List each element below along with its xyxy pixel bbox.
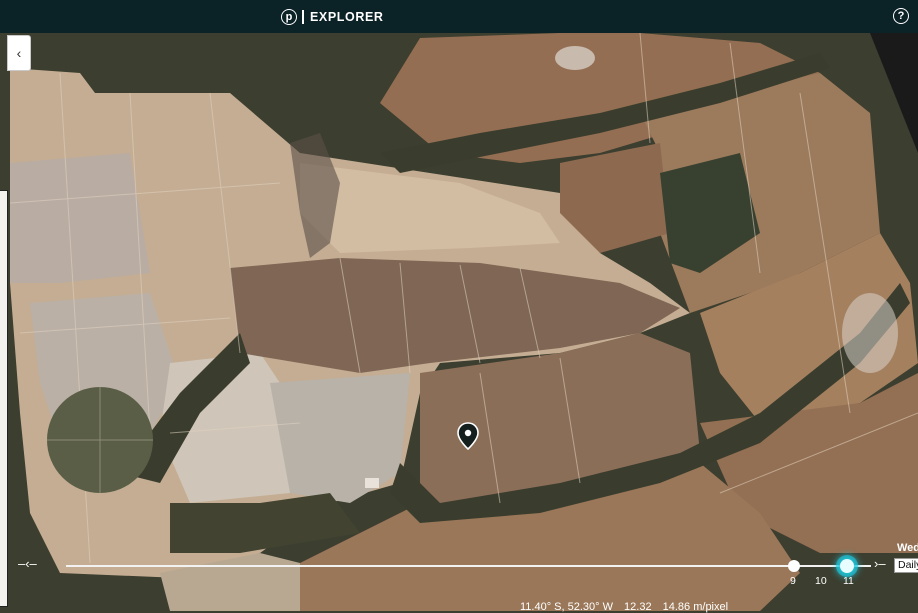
timeline-dot-day-11-active[interactable] (840, 559, 854, 573)
chevron-left-icon: ‹ (16, 45, 22, 61)
timeline-tick-label: 10 (815, 575, 827, 587)
sidebar-panel-edge[interactable] (0, 190, 8, 607)
selected-date-label: Wed (897, 542, 918, 554)
location-pin-icon[interactable] (457, 422, 479, 450)
top-bar: p EXPLORER ? (0, 0, 918, 33)
zoom-readout: 12.32 (624, 601, 652, 613)
resolution-readout: 14.86 m/pixel (662, 601, 729, 613)
coordinates-readout: 11.40° S, 52.30° W (520, 601, 613, 613)
sidebar-collapse-button[interactable]: ‹ (7, 35, 31, 71)
brand-divider (302, 10, 304, 24)
timeline-tick-label: 9 (790, 575, 796, 587)
timeline-tick-label: 11 (843, 575, 854, 587)
timeline-bar: –‹– ›– 9 10 11 (0, 550, 918, 590)
satellite-map[interactable] (0, 33, 918, 611)
timeline-back-icon[interactable]: –‹– (18, 556, 37, 571)
timeline-dot-day-9[interactable] (788, 560, 800, 572)
frequency-select[interactable]: Daily (894, 558, 918, 573)
map-status-bar: 11.40° S, 52.30° W 12.32 14.86 m/pixel (520, 601, 736, 613)
timeline-forward-icon[interactable]: ›– (874, 556, 886, 571)
help-icon[interactable]: ? (893, 8, 909, 24)
app-title: EXPLORER (310, 10, 384, 24)
brand[interactable]: p EXPLORER (281, 7, 384, 27)
planet-logo-icon: p (281, 9, 297, 25)
map-imagery (0, 33, 918, 611)
timeline-track[interactable] (66, 565, 871, 567)
